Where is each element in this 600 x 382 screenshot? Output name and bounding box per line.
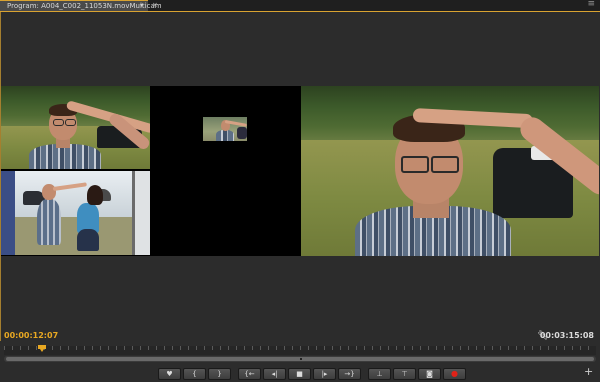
export-frame-button[interactable]: ◙ (418, 368, 441, 380)
camera-1-frame (1, 86, 150, 169)
record-button[interactable]: ● (443, 368, 466, 380)
camera-2-frame (1, 171, 150, 255)
add-marker-button[interactable]: ♥ (158, 368, 181, 380)
lift-button[interactable]: ⊥ (368, 368, 391, 380)
go-to-out-icon: →} (344, 370, 355, 378)
go-to-in-button[interactable]: {← (238, 368, 261, 380)
camera-angle-2[interactable] (1, 171, 150, 255)
go-to-out-button[interactable]: →} (338, 368, 361, 380)
button-editor-plus-icon[interactable]: + (584, 366, 593, 378)
marker-icon: ♥ (166, 370, 173, 378)
transport-group-markers: ♥ { } (158, 368, 233, 380)
ruler-ticks (4, 346, 596, 350)
time-ruler[interactable] (4, 345, 596, 355)
zoom-scrollbar-grip (300, 358, 302, 360)
step-forward-button[interactable]: |▸ (313, 368, 336, 380)
camera-angle-3-thumbnail[interactable] (203, 117, 247, 141)
stop-button[interactable]: ■ (288, 368, 311, 380)
close-icon[interactable]: × (152, 0, 158, 10)
program-output (301, 86, 599, 256)
mark-in-button[interactable]: { (183, 368, 206, 380)
camera-3-frame (203, 117, 247, 141)
panel-menu-icon[interactable]: ≡ (587, 0, 595, 10)
transport-group-playback: {← ◂| ■ |▸ →} (238, 368, 363, 380)
panel-active-border (0, 11, 600, 12)
camera-icon: ◙ (426, 370, 433, 378)
tab-title: Program: A004_C002_11053N.movMulticam (7, 2, 162, 10)
step-back-icon: ◂| (271, 370, 278, 378)
duration-timecode: 00:03:15:08 (539, 331, 594, 340)
go-to-in-icon: {← (244, 370, 255, 378)
step-forward-icon: |▸ (321, 370, 328, 378)
record-icon: ● (451, 369, 458, 378)
program-frame (301, 86, 599, 256)
current-timecode[interactable]: 00:00:12:07 (4, 331, 58, 341)
stop-icon: ■ (296, 370, 303, 378)
step-back-button[interactable]: ◂| (263, 368, 286, 380)
panel-tab-bar: Program: A004_C002_11053N.movMulticam ▾ … (0, 0, 600, 11)
multicam-viewer[interactable] (1, 86, 599, 256)
extract-button[interactable]: ⊤ (393, 368, 416, 380)
mark-out-button[interactable]: } (208, 368, 231, 380)
transport-group-edit: ⊥ ⊤ ◙ ● (368, 368, 468, 380)
lift-icon: ⊥ (376, 370, 383, 378)
zoom-scrollbar[interactable] (4, 356, 596, 362)
extract-icon: ⊤ (401, 370, 408, 378)
program-monitor-tab[interactable]: Program: A004_C002_11053N.movMulticam ▾ (0, 0, 162, 11)
camera-angle-1[interactable] (1, 86, 150, 169)
mark-in-icon: { (192, 370, 197, 378)
mark-out-icon: } (217, 370, 222, 378)
playhead-icon[interactable] (38, 345, 46, 352)
tab-menu-icon[interactable]: ▾ (140, 1, 143, 11)
